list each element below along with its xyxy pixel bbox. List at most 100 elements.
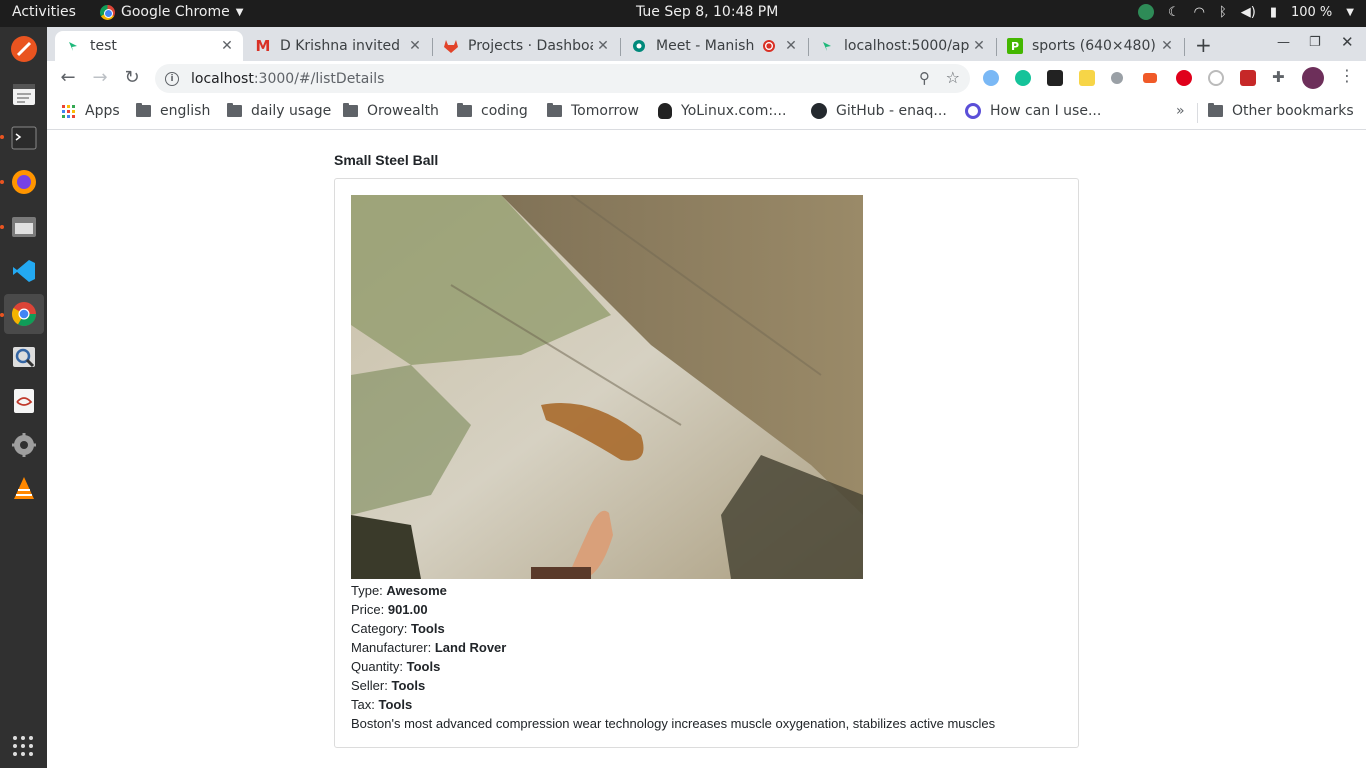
restore-button[interactable]: ❐ — [1309, 35, 1321, 50]
tab-test[interactable]: test ✕ — [55, 31, 243, 61]
dock-terminal-icon[interactable] — [4, 118, 44, 158]
detail-row-manufacturer: Manufacturer: Land Rover — [351, 640, 507, 655]
dock-chrome-icon[interactable] — [4, 294, 44, 334]
folder-icon — [343, 103, 358, 117]
bluetooth-icon: ᛒ — [1218, 4, 1227, 20]
bookmark-folder-english[interactable]: english — [136, 103, 210, 119]
bookmarks-overflow-chevron-icon[interactable]: » — [1176, 103, 1185, 119]
detail-row-type: Type: Awesome — [351, 583, 447, 598]
extension-adblock-icon[interactable] — [1176, 70, 1192, 86]
volume-icon: ◀) — [1240, 4, 1256, 20]
bookmark-label: How can I use... — [990, 103, 1102, 119]
detail-value: Tools — [391, 678, 426, 693]
activities-button[interactable]: Activities — [12, 4, 76, 20]
extension-puzzle-gray-icon[interactable] — [1111, 72, 1123, 84]
tab-meet[interactable]: Meet - Manish ✕ — [621, 31, 807, 61]
dock-firefox-dev-icon[interactable] — [4, 29, 44, 69]
clock[interactable]: Tue Sep 8, 10:48 PM — [636, 4, 778, 20]
bookmark-folder-orowealth[interactable]: Orowealth — [343, 103, 439, 119]
tab-sports-image[interactable]: P sports (640×480) ✕ — [997, 31, 1183, 61]
extension-colorpick-icon[interactable] — [1240, 70, 1256, 86]
close-tab-icon[interactable]: ✕ — [781, 38, 801, 54]
url-text[interactable]: localhost:3000/#/listDetails — [191, 71, 384, 87]
zoom-icon[interactable]: ⚲ — [919, 69, 930, 87]
detail-value: Tools — [378, 697, 413, 712]
bookmark-other-bookmarks[interactable]: Other bookmarks — [1208, 103, 1354, 119]
dock-vscode-icon[interactable] — [4, 251, 44, 291]
address-bar[interactable]: i localhost:3000/#/listDetails ⚲ ☆ — [155, 64, 970, 93]
close-tab-icon[interactable]: ✕ — [969, 38, 989, 54]
extensions-puzzle-icon[interactable]: ✚ — [1272, 68, 1288, 86]
system-tray[interactable]: ☾ ◠ ᛒ ◀) ▮ 100 % ▼ — [1137, 4, 1354, 20]
detail-value: Awesome — [386, 583, 447, 598]
close-tab-icon[interactable]: ✕ — [405, 38, 425, 54]
new-tab-button[interactable]: + — [1195, 33, 1212, 57]
detail-value: Tools — [406, 659, 441, 674]
tab-title: test — [90, 38, 117, 54]
recording-icon — [763, 40, 775, 52]
night-light-icon: ☾ — [1167, 4, 1180, 20]
meet-icon — [631, 38, 647, 54]
dock-settings-icon[interactable] — [4, 425, 44, 465]
reload-button[interactable]: ↻ — [120, 67, 144, 88]
bookmark-folder-tomorrow[interactable]: Tomorrow — [547, 103, 639, 119]
bookmark-label: Tomorrow — [571, 103, 639, 119]
extension-r-icon[interactable] — [1047, 70, 1063, 86]
product-image — [351, 195, 863, 579]
bookmark-folder-daily-usage[interactable]: daily usage — [227, 103, 331, 119]
dock-libreoffice-icon[interactable] — [4, 381, 44, 421]
close-window-button[interactable]: ✕ — [1341, 33, 1354, 51]
bookmark-how-can-i-use[interactable]: How can I use... — [965, 103, 1101, 119]
app-menu[interactable]: Google Chrome ▼ — [100, 4, 243, 20]
dock-files-icon[interactable] — [4, 207, 44, 247]
page-content: Small Steel Ball Type: Awesome Price: 90… — [47, 131, 1366, 768]
extension-feedly-icon[interactable] — [1143, 73, 1157, 83]
battery-level: 100 % — [1290, 4, 1333, 20]
chevron-down-icon: ▼ — [235, 6, 244, 18]
bookmark-label: coding — [481, 103, 528, 119]
site-info-icon[interactable]: i — [165, 71, 179, 86]
menu-kebab-icon[interactable]: ⋮ — [1339, 66, 1355, 85]
forward-button[interactable]: → — [88, 67, 112, 88]
detail-value: 901.00 — [387, 602, 428, 617]
close-tab-icon[interactable]: ✕ — [593, 38, 613, 54]
chevron-down-icon: ▼ — [1346, 6, 1354, 18]
app-menu-label: Google Chrome — [121, 4, 230, 20]
detail-row-price: Price: 901.00 — [351, 602, 428, 617]
tab-gmail[interactable]: M D Krishna invited y ✕ — [245, 31, 431, 61]
bookmark-label: GitHub - enaq... — [836, 103, 947, 119]
detail-value: Land Rover — [434, 640, 507, 655]
detail-row-tax: Tax: Tools — [351, 697, 413, 712]
detail-row-seller: Seller: Tools — [351, 678, 426, 693]
bookmark-star-icon[interactable]: ☆ — [946, 68, 960, 87]
bookmark-apps[interactable]: Apps — [62, 103, 120, 119]
extension-notes-icon[interactable] — [1079, 70, 1095, 86]
dock-vlc-icon[interactable] — [4, 469, 44, 509]
bookmark-github[interactable]: GitHub - enaq... — [811, 103, 947, 119]
folder-icon — [457, 103, 472, 117]
dock-firefox-icon[interactable] — [4, 162, 44, 202]
show-applications-icon[interactable] — [13, 736, 33, 756]
bookmark-folder-coding[interactable]: coding — [457, 103, 528, 119]
close-tab-icon[interactable]: ✕ — [217, 38, 237, 54]
wifi-icon: ◠ — [1193, 4, 1205, 20]
back-button[interactable]: ← — [56, 67, 80, 88]
extension-grammarly-icon[interactable] — [1015, 70, 1031, 86]
tab-title: Projects · Dashboa — [468, 38, 593, 54]
extension-vimium-icon[interactable] — [983, 70, 999, 86]
dock-text-editor-icon[interactable] — [4, 74, 44, 114]
tab-localhost-5000[interactable]: localhost:5000/ap ✕ — [809, 31, 995, 61]
tab-gitlab[interactable]: Projects · Dashboa ✕ — [433, 31, 619, 61]
extension-timer-icon[interactable] — [1208, 70, 1224, 86]
system-top-bar: Activities Google Chrome ▼ Tue Sep 8, 10… — [0, 0, 1366, 27]
bookmark-label: YoLinux.com:... — [681, 103, 787, 119]
close-tab-icon[interactable]: ✕ — [1157, 38, 1177, 54]
dock — [0, 27, 47, 768]
minimize-button[interactable]: — — [1277, 35, 1290, 50]
bookmark-yolinux[interactable]: YoLinux.com:... — [658, 103, 786, 119]
product-card: Type: Awesome Price: 901.00 Category: To… — [334, 178, 1079, 748]
profile-avatar[interactable] — [1302, 67, 1324, 89]
tux-penguin-icon — [658, 103, 672, 119]
bluetooth-status-icon — [1137, 4, 1154, 20]
dock-image-viewer-icon[interactable] — [4, 337, 44, 377]
